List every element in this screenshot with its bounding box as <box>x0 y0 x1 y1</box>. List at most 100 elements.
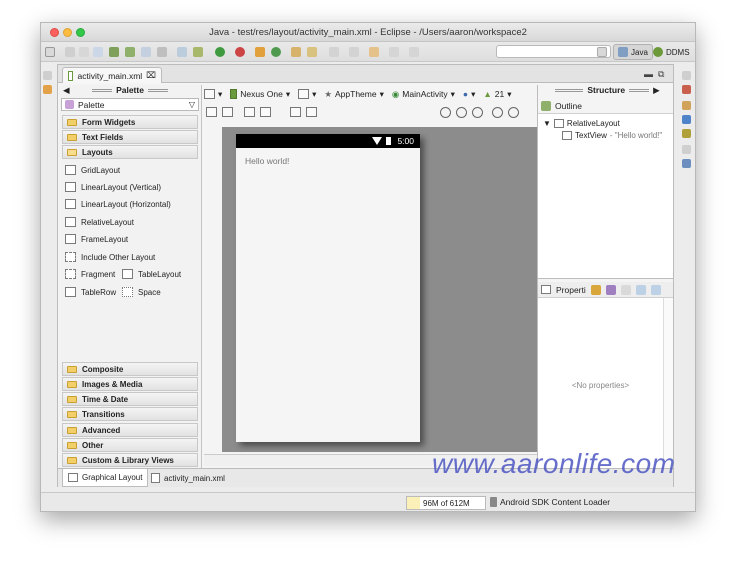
logcat-icon[interactable] <box>682 129 691 138</box>
restore-right-icon[interactable] <box>682 71 691 80</box>
orientation-chooser[interactable]: ▾ <box>298 89 316 100</box>
expand-all-icon[interactable] <box>635 284 646 295</box>
hierarchy-icon[interactable] <box>682 159 691 168</box>
category-other[interactable]: Other <box>62 438 198 452</box>
back-icon[interactable] <box>369 47 379 57</box>
category-time-date[interactable]: Time & Date <box>62 392 198 406</box>
api-chooser[interactable]: ▲ 21 ▾ <box>483 89 511 100</box>
device-preview[interactable]: 5:00 Hello world! <box>236 134 420 442</box>
palette-mode-select[interactable]: Palette ▽ <box>61 98 199 111</box>
external-tools-icon[interactable] <box>235 47 245 57</box>
heap-status[interactable]: 96M of 612M <box>406 496 486 510</box>
zoom-out-icon[interactable] <box>492 107 503 118</box>
minimize-editor-icon[interactable]: ▬ <box>644 69 653 79</box>
category-advanced[interactable]: Advanced <box>62 423 198 437</box>
category-layouts[interactable]: Layouts <box>62 145 198 159</box>
checkbox-icon[interactable] <box>157 47 167 57</box>
save-icon[interactable] <box>65 47 75 57</box>
palette-item-linear-horizontal[interactable]: LinearLayout (Horizontal) <box>65 199 171 209</box>
tree-item-textview[interactable]: TextView - "Hello world!" <box>562 131 662 140</box>
forward-icon[interactable] <box>389 47 399 57</box>
filter-icon[interactable] <box>620 284 631 295</box>
palette-collapse-icon[interactable]: ◀ <box>63 85 70 96</box>
show-advanced-icon[interactable] <box>590 284 601 295</box>
config-chooser[interactable]: ▾ <box>204 89 222 100</box>
new-package-icon[interactable] <box>255 47 265 57</box>
restore-bottom-icon[interactable] <box>682 145 691 154</box>
sdk-manager-icon[interactable] <box>93 47 103 57</box>
maximize-editor-icon[interactable]: ⧉ <box>658 69 664 80</box>
hello-world-textview[interactable]: Hello world! <box>245 156 289 166</box>
run-icon[interactable] <box>215 47 225 57</box>
palette-item-relativelayout[interactable]: RelativeLayout <box>65 217 134 227</box>
baseline-icon[interactable] <box>306 107 317 117</box>
gravity-icon[interactable] <box>260 107 271 117</box>
quick-access-input[interactable] <box>496 45 611 58</box>
category-label: Text Fields <box>82 132 124 142</box>
open-perspective-icon[interactable] <box>597 47 607 57</box>
palette-item-include[interactable]: Include Other Layout <box>65 252 155 262</box>
restore-icon[interactable] <box>43 71 52 80</box>
zoom-actual-icon[interactable] <box>472 107 483 118</box>
android-device-icon[interactable] <box>109 47 119 57</box>
next-annotation-icon[interactable] <box>349 47 359 57</box>
fill-width-icon[interactable] <box>206 107 217 117</box>
open-type-icon[interactable] <box>291 47 301 57</box>
device-chooser[interactable]: Nexus One ▾ <box>230 89 290 100</box>
new-class-icon[interactable] <box>271 47 281 57</box>
package-explorer-icon[interactable] <box>43 85 52 94</box>
trash-icon[interactable] <box>490 497 497 507</box>
locale-chooser[interactable]: ● ▾ <box>463 89 475 100</box>
ddms-perspective-button[interactable]: DDMS <box>649 44 694 60</box>
debug-icon[interactable] <box>193 47 203 57</box>
category-form-widgets[interactable]: Form Widgets <box>62 115 198 129</box>
annotation-icon[interactable] <box>329 47 339 57</box>
android-launch-icon[interactable] <box>682 101 691 110</box>
layout-canvas[interactable]: 5:00 Hello world! <box>222 127 538 452</box>
margins-icon[interactable] <box>244 107 255 117</box>
fill-height-icon[interactable] <box>222 107 233 117</box>
palette-item-tablerow[interactable]: TableRow <box>65 287 116 297</box>
zoom-in-icon[interactable] <box>508 107 519 118</box>
folder-icon <box>67 133 77 141</box>
palette-item-space[interactable]: Space <box>122 287 161 297</box>
lint-icon[interactable] <box>141 47 151 57</box>
tab-graphical-layout[interactable]: Graphical Layout <box>62 469 149 487</box>
console-icon[interactable] <box>682 115 691 124</box>
close-tab-icon[interactable]: ⌧ <box>146 70 156 81</box>
category-images-media[interactable]: Images & Media <box>62 377 198 391</box>
zoom-emulate-icon[interactable] <box>440 107 451 118</box>
java-perspective-button[interactable]: Java <box>613 44 653 60</box>
theme-chooser[interactable]: ★ AppTheme ▾ <box>324 89 384 100</box>
editor-tab-activity-main[interactable]: activity_main.xml ⌧ <box>62 67 162 83</box>
palette-item-tablelayout[interactable]: TableLayout <box>122 269 181 279</box>
palette-item-linear-vertical[interactable]: LinearLayout (Vertical) <box>65 182 161 192</box>
print-icon[interactable] <box>79 47 89 57</box>
new-icon[interactable] <box>45 47 55 57</box>
collapse-all-icon[interactable] <box>650 284 661 295</box>
palette-item-fragment[interactable]: Fragment <box>65 269 115 279</box>
structure-collapse-icon[interactable]: ▶ <box>653 85 660 95</box>
task-list-icon[interactable] <box>682 85 691 94</box>
tab-xml-source[interactable]: activity_main.xml <box>146 469 230 487</box>
pin-editor-icon[interactable] <box>409 47 419 57</box>
activity-chooser[interactable]: ◉ MainActivity ▾ <box>392 89 455 100</box>
palette-item-gridlayout[interactable]: GridLayout <box>65 165 120 175</box>
distribute-icon[interactable] <box>290 107 301 117</box>
palette-item-framelayout[interactable]: FrameLayout <box>65 234 128 244</box>
zoom-fit-icon[interactable] <box>456 107 467 118</box>
build-icon[interactable] <box>177 47 187 57</box>
search-icon[interactable] <box>307 47 317 57</box>
category-transitions[interactable]: Transitions <box>62 407 198 421</box>
category-custom-library[interactable]: Custom & Library Views <box>62 453 198 467</box>
category-composite[interactable]: Composite <box>62 362 198 376</box>
include-layout-icon <box>65 252 76 262</box>
properties-scrollbar[interactable] <box>663 298 673 468</box>
avd-manager-icon[interactable] <box>125 47 135 57</box>
tree-expand-icon[interactable]: ▼ <box>543 119 551 128</box>
wifi-icon <box>372 137 382 145</box>
title-bar: Java - test/res/layout/activity_main.xml… <box>41 23 695 42</box>
category-text-fields[interactable]: Text Fields <box>62 130 198 144</box>
tree-item-relativelayout[interactable]: ▼ RelativeLayout <box>543 119 620 128</box>
sort-az-icon[interactable] <box>605 284 616 295</box>
